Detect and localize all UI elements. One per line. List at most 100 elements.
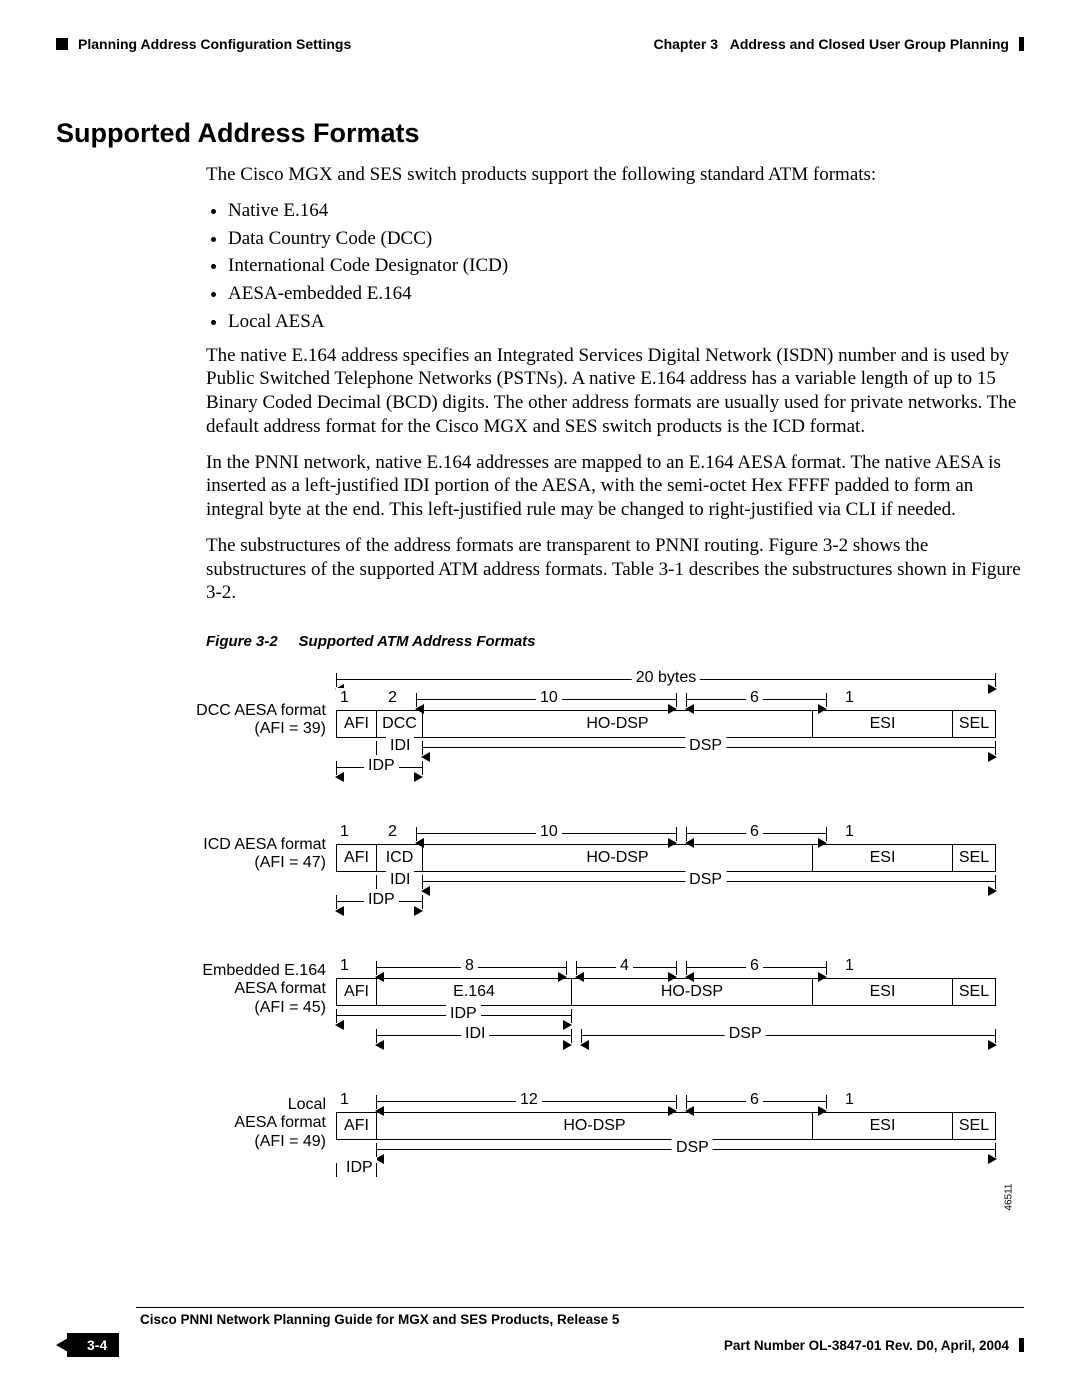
field-afi: AFI bbox=[337, 711, 377, 737]
page: Planning Address Configuration Settings … bbox=[0, 0, 1080, 1397]
running-header: Planning Address Configuration Settings … bbox=[56, 36, 1024, 52]
dim-label: IDI bbox=[386, 736, 414, 756]
dim-row: 1 8 4 6 1 bbox=[336, 958, 996, 978]
dim-row: 1 2 10 6 1 bbox=[336, 690, 996, 710]
field-row: AFI E.164 HO-DSP ESI SEL bbox=[336, 978, 996, 1006]
list-item: Data Country Code (DCC) bbox=[228, 227, 1024, 251]
dim-label: 1 bbox=[841, 688, 858, 708]
dim-label: DSP bbox=[672, 1138, 713, 1158]
paragraph: The native E.164 address specifies an In… bbox=[206, 344, 1024, 439]
figure-atm-formats: 20 bytes 1 2 10 6 1 bbox=[336, 670, 996, 1180]
formats-list: Native E.164 Data Country Code (DCC) Int… bbox=[206, 199, 1024, 334]
list-item: Native E.164 bbox=[228, 199, 1024, 223]
intro-paragraph: The Cisco MGX and SES switch products su… bbox=[206, 163, 1024, 187]
field-row: AFI DCC HO-DSP ESI SEL bbox=[336, 710, 996, 738]
dim-label: 6 bbox=[746, 688, 763, 708]
dim-row: IDI DSP bbox=[336, 1026, 996, 1046]
field-hodsp: HO-DSP bbox=[423, 711, 813, 737]
format-label: DCC AESA format (AFI = 39) bbox=[156, 702, 326, 739]
header-chapter: Chapter 3 bbox=[653, 36, 718, 52]
field-hodsp: HO-DSP bbox=[423, 845, 813, 871]
section-heading: Supported Address Formats bbox=[56, 118, 1024, 149]
format-label: Embedded E.164 AESA format (AFI = 45) bbox=[156, 962, 326, 1017]
dim-label: IDI bbox=[461, 1024, 489, 1044]
dim-label: 4 bbox=[616, 956, 633, 976]
format-name2: AESA format bbox=[234, 1114, 326, 1131]
dim-label: 1 bbox=[336, 688, 353, 708]
dim-label: 1 bbox=[336, 822, 353, 842]
field-afi: AFI bbox=[337, 845, 377, 871]
field-sel: SEL bbox=[953, 845, 995, 871]
format-e164: 1 8 4 6 1 Embedded E bbox=[336, 958, 996, 1046]
header-bar-icon bbox=[1019, 37, 1024, 51]
format-afi: (AFI = 49) bbox=[254, 1133, 326, 1150]
dim-label: 12 bbox=[516, 1090, 542, 1110]
dim-label: 2 bbox=[384, 688, 401, 708]
dim-label: 2 bbox=[384, 822, 401, 842]
format-afi: (AFI = 47) bbox=[254, 854, 326, 871]
footer-bar-icon bbox=[1019, 1338, 1024, 1352]
dim-label: IDI bbox=[386, 870, 414, 890]
dim-row: IDI DSP bbox=[336, 738, 996, 758]
part-number-text: Part Number OL-3847-01 Rev. D0, April, 2… bbox=[724, 1338, 1009, 1353]
field-dcc: DCC bbox=[377, 711, 423, 737]
dim-label: DSP bbox=[725, 1024, 766, 1044]
format-dcc: 1 2 10 6 1 DCC AESA format (AFI = 39) bbox=[336, 690, 996, 778]
format-afi: (AFI = 39) bbox=[254, 720, 326, 737]
field-e164: E.164 bbox=[377, 979, 572, 1005]
dim-label: IDP bbox=[446, 1004, 481, 1024]
dim-label: 8 bbox=[461, 956, 478, 976]
dim-label: 10 bbox=[536, 688, 562, 708]
field-sel: SEL bbox=[953, 711, 995, 737]
list-item: AESA-embedded E.164 bbox=[228, 282, 1024, 306]
format-name: Local bbox=[288, 1096, 326, 1113]
dim-total: 20 bytes bbox=[336, 670, 996, 690]
figure-number: Figure 3-2 bbox=[206, 633, 278, 650]
format-name: ICD AESA format bbox=[203, 836, 326, 853]
footer-part-number: Part Number OL-3847-01 Rev. D0, April, 2… bbox=[724, 1338, 1024, 1353]
footer-rule bbox=[136, 1307, 1024, 1308]
dim-row: IDI DSP bbox=[336, 872, 996, 892]
dim-label: IDP bbox=[342, 1158, 377, 1178]
dim-row: IDP bbox=[336, 1006, 996, 1026]
dim-row: 1 2 10 6 1 bbox=[336, 824, 996, 844]
format-afi: (AFI = 45) bbox=[254, 999, 326, 1016]
header-left: Planning Address Configuration Settings bbox=[56, 36, 351, 52]
format-name: DCC AESA format bbox=[196, 702, 326, 719]
dim-label: IDP bbox=[364, 756, 399, 776]
square-bullet-icon bbox=[56, 38, 68, 50]
field-sel: SEL bbox=[953, 1113, 995, 1139]
page-footer: Cisco PNNI Network Planning Guide for MG… bbox=[56, 1307, 1024, 1357]
field-hodsp: HO-DSP bbox=[377, 1113, 813, 1139]
dim-row: IDP bbox=[336, 758, 996, 778]
field-afi: AFI bbox=[337, 979, 377, 1005]
dim-row: IDP bbox=[336, 892, 996, 912]
dim-label: DSP bbox=[685, 736, 726, 756]
header-chapter-title: Address and Closed User Group Planning bbox=[730, 36, 1009, 52]
dim-label: 1 bbox=[336, 1090, 353, 1110]
format-label: Local AESA format (AFI = 49) bbox=[156, 1096, 326, 1151]
field-esi: ESI bbox=[813, 845, 953, 871]
figure-title: Supported ATM Address Formats bbox=[299, 633, 536, 650]
format-local: 1 12 6 1 Local AESA format (AFI = 49) bbox=[336, 1092, 996, 1180]
field-sel: SEL bbox=[953, 979, 995, 1005]
dim-row: 1 12 6 1 bbox=[336, 1092, 996, 1112]
field-hodsp: HO-DSP bbox=[572, 979, 813, 1005]
header-section: Planning Address Configuration Settings bbox=[78, 36, 351, 52]
list-item: International Code Designator (ICD) bbox=[228, 254, 1024, 278]
dim-label: 6 bbox=[746, 822, 763, 842]
body-text: The Cisco MGX and SES switch products su… bbox=[206, 163, 1024, 1180]
dim-label: 10 bbox=[536, 822, 562, 842]
field-esi: ESI bbox=[813, 1113, 953, 1139]
dim-row: IDP bbox=[336, 1160, 996, 1180]
dim-label: 1 bbox=[841, 1090, 858, 1110]
dim-row: DSP bbox=[336, 1140, 996, 1160]
format-icd: 1 2 10 6 1 ICD AESA format (AFI = 47) bbox=[336, 824, 996, 912]
list-item: Local AESA bbox=[228, 310, 1024, 334]
dim-label: 6 bbox=[746, 1090, 763, 1110]
header-right: Chapter 3 Address and Closed User Group … bbox=[653, 36, 1024, 52]
dim-label: 1 bbox=[841, 956, 858, 976]
dim-label: 1 bbox=[336, 956, 353, 976]
dim-label: 1 bbox=[841, 822, 858, 842]
field-row: AFI HO-DSP ESI SEL bbox=[336, 1112, 996, 1140]
